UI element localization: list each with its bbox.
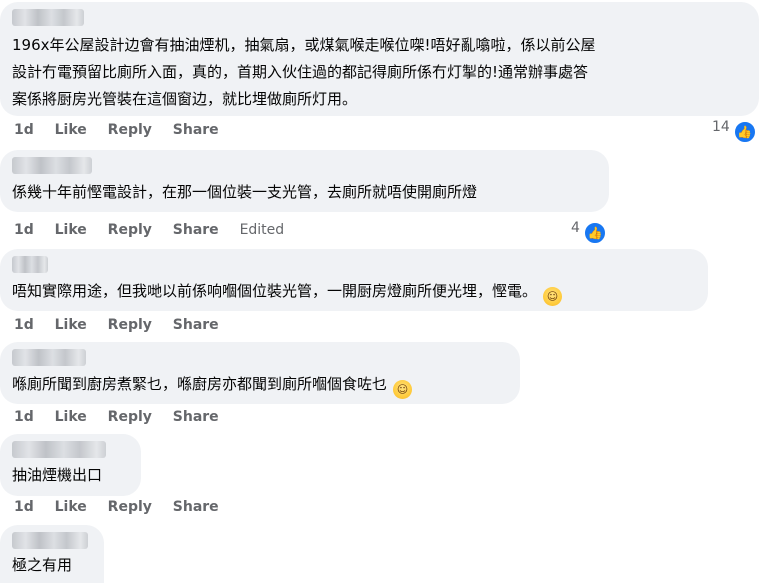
- thumbs-up-icon: 👍: [732, 120, 757, 144]
- comment-line: 196x年公屋設計边會有抽油煙机，抽氣扇，或煤氣喉走喉位㗎!唔好亂噏啦，係以前公…: [12, 36, 596, 54]
- like-button[interactable]: Like: [55, 317, 87, 333]
- comment-bubble: 極之有用: [0, 525, 104, 583]
- reply-button[interactable]: Reply: [108, 409, 152, 425]
- reaction-count: 4: [571, 220, 580, 236]
- sweat-smile-emoji-icon: ☺: [543, 287, 563, 306]
- comment-line: 極之有用: [12, 556, 73, 574]
- comment-line: 喺廁所聞到廚房煮緊乜，喺廚房亦都聞到廁所嗰個食咗乜: [12, 375, 388, 393]
- comment-bubble: 196x年公屋設計边會有抽油煙机，抽氣扇，或煤氣喉走喉位㗎!唔好亂噏啦，係以前公…: [0, 2, 759, 116]
- blurred-author-name[interactable]: [12, 157, 92, 174]
- comment-bubble: 係幾十年前慳電設計，在那一個位裝一支光管，去廁所就唔使開廁所燈: [0, 150, 609, 212]
- like-button[interactable]: Like: [55, 122, 87, 138]
- reply-button[interactable]: Reply: [108, 317, 152, 333]
- share-button[interactable]: Share: [173, 409, 219, 425]
- thumbs-up-icon: 👍: [582, 221, 607, 245]
- timestamp[interactable]: 1d: [14, 122, 34, 138]
- timestamp[interactable]: 1d: [14, 222, 34, 238]
- comment-bubble: 抽油煙機出口: [0, 434, 141, 496]
- comment-line: 設計冇電預留比廁所入面，真的，首期入伙住過的都記得廁所係冇灯掣的!通常辦事處答: [12, 63, 589, 81]
- blurred-author-name[interactable]: [12, 349, 86, 366]
- comment-text: 極之有用: [12, 552, 72, 579]
- comment-line: 案係將厨房光管裝在這個窗边，就比埋做廁所灯用。: [12, 90, 358, 108]
- reply-button[interactable]: Reply: [108, 222, 152, 238]
- blurred-author-name[interactable]: [12, 9, 84, 26]
- comment-actions: 1d Like Reply Share: [14, 409, 235, 425]
- share-button[interactable]: Share: [173, 317, 219, 333]
- reply-button[interactable]: Reply: [108, 499, 152, 515]
- comment-bubble: 唔知實際用途，但我哋以前係响嗰個位裝光管，一開厨房燈廁所便光埋，慳電。 ☺: [0, 249, 708, 311]
- comment-text: 唔知實際用途，但我哋以前係响嗰個位裝光管，一開厨房燈廁所便光埋，慳電。 ☺: [12, 278, 563, 306]
- comment-text: 喺廁所聞到廚房煮緊乜，喺廚房亦都聞到廁所嗰個食咗乜 ☺: [12, 371, 413, 399]
- comment-actions: 1d Like Reply Share: [14, 317, 235, 333]
- like-button[interactable]: Like: [55, 409, 87, 425]
- share-button[interactable]: Share: [173, 122, 219, 138]
- comment-actions: 1d Like Reply Share Edited: [14, 222, 300, 238]
- blurred-author-name[interactable]: [12, 441, 106, 458]
- blurred-author-name[interactable]: [12, 256, 48, 273]
- share-button[interactable]: Share: [173, 499, 219, 515]
- timestamp[interactable]: 1d: [14, 317, 34, 333]
- reaction-summary[interactable]: 14 👍: [712, 119, 757, 144]
- reaction-summary[interactable]: 4 👍: [571, 220, 607, 245]
- blurred-author-name[interactable]: [12, 532, 88, 549]
- tongue-out-emoji-icon: ☺: [393, 380, 413, 399]
- comment-text: 抽油煙機出口: [12, 462, 102, 489]
- comment-text: 係幾十年前慳電設計，在那一個位裝一支光管，去廁所就唔使開廁所燈: [12, 179, 477, 206]
- like-button[interactable]: Like: [55, 222, 87, 238]
- comment-bubble: 喺廁所聞到廚房煮緊乜，喺廚房亦都聞到廁所嗰個食咗乜 ☺: [0, 342, 520, 404]
- comment-line: 抽油煙機出口: [12, 466, 103, 484]
- comment-actions: 1d Like Reply Share: [14, 122, 235, 138]
- timestamp[interactable]: 1d: [14, 409, 34, 425]
- comment-text: 196x年公屋設計边會有抽油煙机，抽氣扇，或煤氣喉走喉位㗎!唔好亂噏啦，係以前公…: [12, 32, 596, 113]
- reply-button[interactable]: Reply: [108, 122, 152, 138]
- timestamp[interactable]: 1d: [14, 499, 34, 515]
- comment-line: 唔知實際用途，但我哋以前係响嗰個位裝光管，一開厨房燈廁所便光埋，慳電。: [12, 282, 538, 300]
- comment-line: 係幾十年前慳電設計，在那一個位裝一支光管，去廁所就唔使開廁所燈: [12, 183, 478, 201]
- edited-label[interactable]: Edited: [240, 222, 285, 238]
- comment-actions: 1d Like Reply Share: [14, 499, 235, 515]
- reaction-count: 14: [712, 119, 730, 135]
- like-button[interactable]: Like: [55, 499, 87, 515]
- share-button[interactable]: Share: [173, 222, 219, 238]
